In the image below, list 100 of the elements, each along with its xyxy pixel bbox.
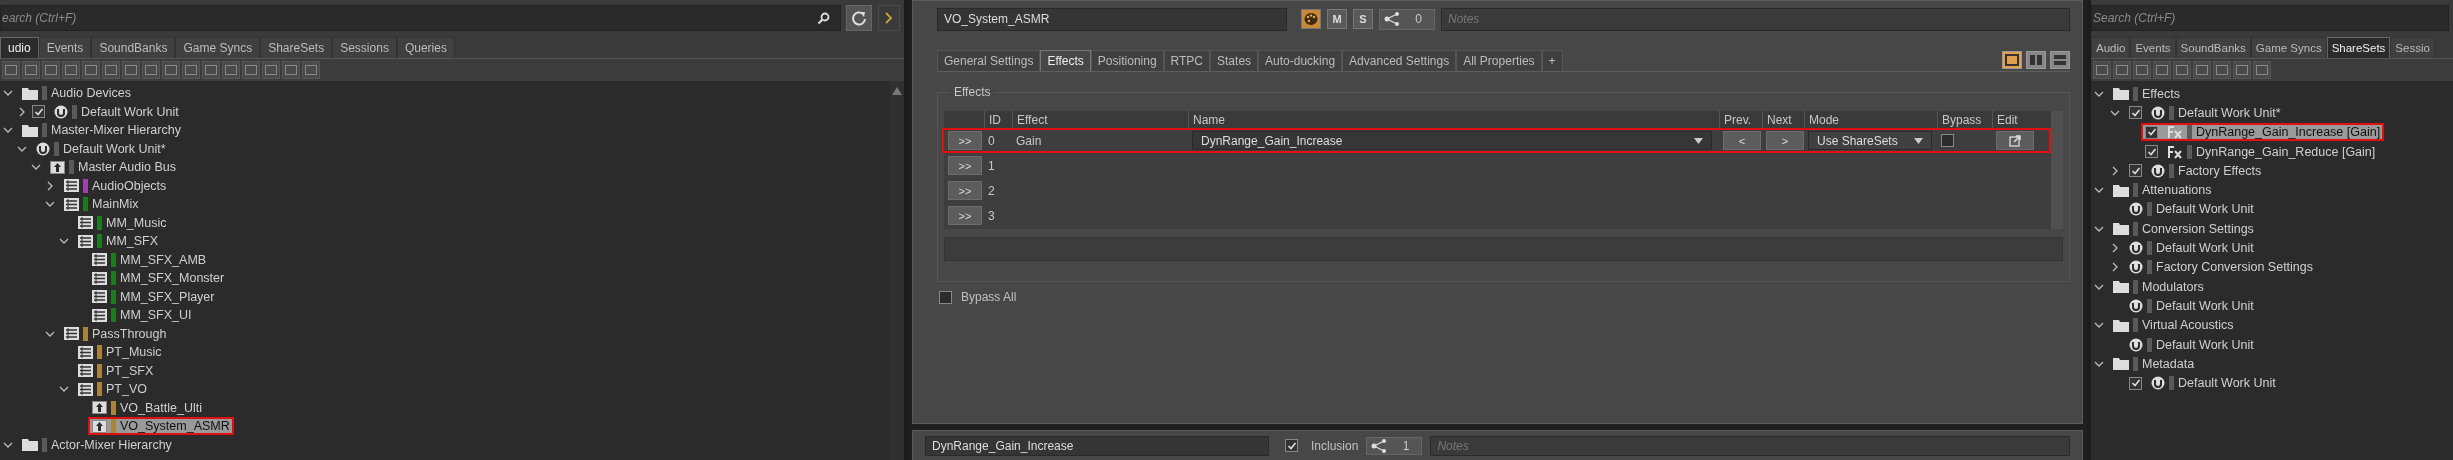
toolbar-icon[interactable] (2213, 61, 2231, 79)
tree-item[interactable]: Default Work Unit* (63, 141, 166, 156)
toolbar-icon[interactable] (2093, 61, 2111, 79)
tree-item[interactable]: Factory Conversion Settings (2156, 260, 2313, 275)
toolbar-icon[interactable] (2, 61, 20, 79)
tab[interactable]: Sessio (2390, 37, 2435, 58)
tree-item[interactable]: MM_SFX_Player (120, 289, 215, 304)
tree-item[interactable]: PassThrough (92, 326, 167, 341)
tree-item[interactable]: Virtual Acoustics (2142, 318, 2234, 333)
expand-row-button[interactable]: >> (948, 181, 982, 200)
scrollbar[interactable] (2051, 111, 2063, 229)
tab[interactable]: Auto-ducking (1258, 50, 1343, 71)
search-field[interactable]: earch (Ctrl+F) (0, 5, 841, 31)
toolbar-icon[interactable] (222, 61, 240, 79)
notes-field[interactable]: Notes (1441, 7, 2070, 31)
search-field[interactable]: Search (Ctrl+F) (2091, 5, 2449, 31)
name-field[interactable]: DynRange_Gain_Increase (925, 435, 1269, 456)
tree-item[interactable]: Effects (2142, 86, 2180, 101)
tree-item[interactable]: Default Work Unit (2178, 376, 2276, 391)
tree-item[interactable]: Actor-Mixer Hierarchy (51, 437, 172, 452)
tree-item[interactable]: Default Work Unit (81, 104, 179, 119)
tree-item[interactable]: PT_VO (106, 382, 147, 397)
shareset-dropdown[interactable]: DynRange_Gain_Increase (1192, 131, 1712, 150)
notes-field[interactable]: Notes (1430, 435, 2070, 456)
toolbar-icon[interactable] (82, 61, 100, 79)
tab[interactable]: ShareSets (2326, 37, 2391, 58)
chevron-icon[interactable] (45, 180, 55, 191)
expand-row-button[interactable]: >> (948, 206, 982, 225)
next-button[interactable]: > (1766, 131, 1804, 150)
chevron-icon[interactable] (2110, 262, 2120, 273)
checkbox[interactable] (32, 105, 45, 119)
mute-button[interactable]: M (1327, 9, 1347, 29)
toolbar-icon[interactable] (262, 61, 280, 79)
color-button[interactable] (1301, 9, 1321, 29)
bypass-checkbox[interactable] (1941, 134, 1954, 147)
tree-item[interactable]: Factory Effects (2178, 163, 2262, 178)
toolbar-icon[interactable] (2193, 61, 2211, 79)
chevron-icon[interactable] (17, 106, 27, 117)
toolbar-icon[interactable] (2113, 61, 2131, 79)
toolbar-icon[interactable] (162, 61, 180, 79)
tree-item[interactable]: Default Work Unit (2156, 337, 2254, 352)
tab[interactable]: ShareSets (260, 37, 333, 58)
layout-button[interactable] (2050, 51, 2070, 69)
tab[interactable]: Sessions (332, 37, 397, 58)
expand-button[interactable] (878, 5, 900, 31)
toolbar-icon[interactable] (202, 61, 220, 79)
tab[interactable]: SoundBanks (91, 37, 176, 58)
checkbox[interactable] (2145, 145, 2158, 159)
layout-button[interactable] (2002, 51, 2022, 69)
toolbar-icon[interactable] (2133, 61, 2151, 79)
layout-button[interactable] (2026, 51, 2046, 69)
mode-dropdown[interactable]: Use ShareSets (1808, 131, 1932, 150)
tree-item[interactable]: Audio Devices (51, 86, 131, 101)
toolbar-icon[interactable] (102, 61, 120, 79)
checkbox[interactable] (1285, 439, 1298, 452)
tree-item[interactable]: MM_Music (106, 215, 167, 230)
tab[interactable]: RTPC (1163, 50, 1211, 71)
checkbox[interactable] (2129, 106, 2142, 120)
chevron-icon[interactable] (2110, 165, 2120, 176)
tree-item[interactable]: Default Work Unit (2156, 241, 2254, 255)
tab[interactable]: All Properties (1456, 50, 1542, 71)
tree-item[interactable]: PT_Music (106, 345, 162, 360)
checkbox[interactable] (2129, 376, 2142, 390)
expand-row-button[interactable]: >> (948, 156, 982, 175)
tab[interactable]: States (1210, 50, 1259, 71)
toolbar-icon[interactable] (282, 61, 300, 79)
tab[interactable]: Positioning (1090, 50, 1164, 71)
tab[interactable]: SoundBanks (2175, 37, 2251, 58)
toolbar-icon[interactable] (22, 61, 40, 79)
toolbar-icon[interactable] (242, 61, 260, 79)
toolbar-icon[interactable] (2153, 61, 2171, 79)
tree-item[interactable]: Default Work Unit (2156, 298, 2254, 313)
tree-item[interactable]: Modulators (2142, 279, 2204, 294)
tree-item[interactable]: Metadata (2142, 356, 2195, 371)
tree-item[interactable]: MM_SFX_AMB (120, 252, 207, 267)
solo-button[interactable]: S (1353, 9, 1373, 29)
tree-item[interactable]: Master Audio Bus (78, 160, 176, 175)
toolbar-icon[interactable] (2233, 61, 2251, 79)
tree-item[interactable]: Default Work Unit (2156, 202, 2254, 217)
tab[interactable]: General Settings (937, 50, 1041, 71)
toolbar-icon[interactable] (122, 61, 140, 79)
tree-item[interactable]: AudioObjects (92, 178, 167, 193)
tree-item[interactable]: DynRange_Gain_Reduce [Gain] (2196, 144, 2376, 159)
tab[interactable]: Effects (1040, 50, 1091, 71)
add-tab-button[interactable]: + (1541, 50, 1563, 71)
tab[interactable]: Audio (2091, 37, 2131, 58)
tree-item[interactable]: MM_SFX (106, 234, 159, 249)
toolbar-icon[interactable] (182, 61, 200, 79)
tree-item[interactable]: VO_System_ASMR (120, 419, 230, 434)
previous-button[interactable]: < (1723, 131, 1761, 150)
chevron-icon[interactable] (2110, 243, 2120, 253)
toolbar-icon[interactable] (2253, 61, 2271, 79)
scrollbar[interactable] (890, 81, 904, 460)
toolbar-icon[interactable] (142, 61, 160, 79)
tab[interactable]: Events (38, 37, 92, 58)
name-field[interactable]: VO_System_ASMR (937, 7, 1287, 31)
tab[interactable]: Queries (396, 37, 455, 58)
tree-item[interactable]: Attenuations (2142, 183, 2212, 198)
toolbar-icon[interactable] (62, 61, 80, 79)
toolbar-icon[interactable] (2173, 61, 2191, 79)
